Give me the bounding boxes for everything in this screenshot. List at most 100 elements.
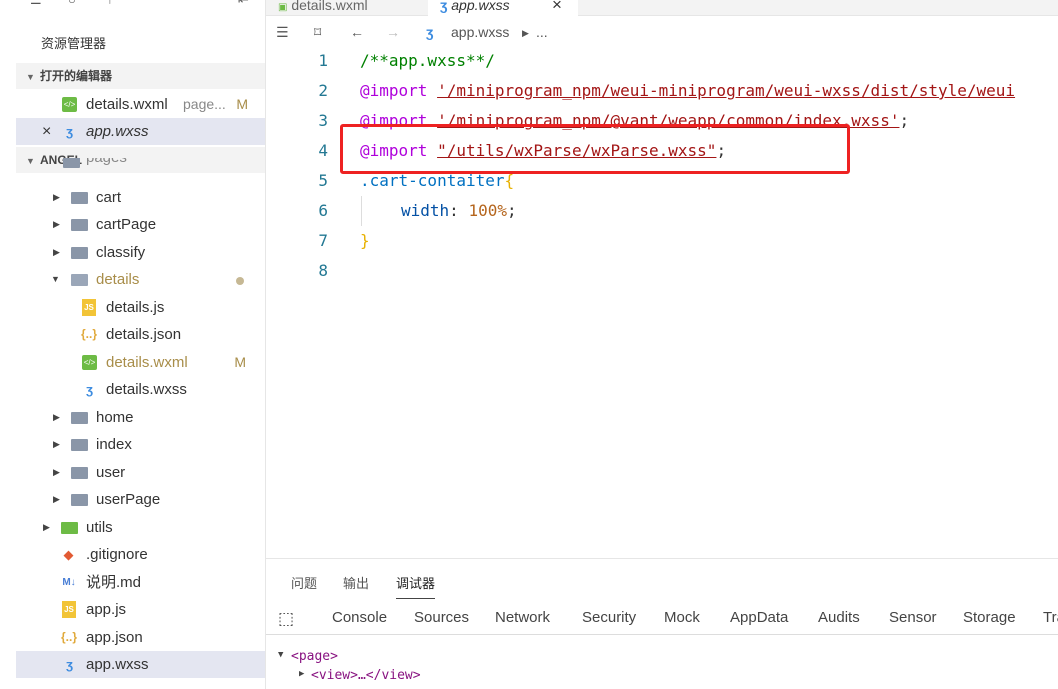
code-line-6: width: 100%; — [401, 201, 517, 220]
dom-node-page[interactable]: <page> — [291, 649, 338, 664]
code-line-1: /**app.wxss**/ — [360, 51, 495, 70]
close-icon[interactable]: × — [42, 118, 51, 145]
bottom-panel: 问题 输出 调试器 ⬚ Console Sources Network Secu… — [266, 558, 1058, 689]
wxml-file-icon: </> — [62, 97, 77, 112]
line-number: 3 — [318, 111, 328, 130]
close-icon[interactable]: × — [552, 0, 562, 13]
back-arrow-icon[interactable]: ← — [350, 24, 364, 40]
explorer-sidebar: ☰ ○ ⑂ ⇤ 资源管理器 ▼打开的编辑器 </> details.wxml p… — [16, 0, 266, 689]
tree-item-utils[interactable]: ▶ utils — [16, 514, 265, 541]
tree-item-details-wxss[interactable]: ʒ details.wxss — [16, 376, 265, 403]
tab-debugger[interactable]: 调试器 — [396, 573, 436, 599]
tree-item-details-js[interactable]: JS details.js — [16, 294, 265, 321]
breadcrumb-more[interactable]: ... — [536, 24, 548, 40]
json-file-icon: {..} — [80, 327, 97, 341]
chevron-right-icon[interactable]: ▶ — [299, 669, 304, 679]
tree-item-readme[interactable]: M↓ 说明.md — [16, 569, 265, 596]
js-file-icon: JS — [62, 601, 76, 618]
indent-guide — [361, 196, 362, 226]
chevron-right-icon: ▶ — [53, 467, 60, 477]
line-number: 7 — [318, 231, 328, 250]
devtools-tab-sources[interactable]: Sources — [414, 609, 469, 626]
line-number: 4 — [318, 141, 328, 160]
tree-item-pages-partial[interactable]: pages — [16, 158, 265, 176]
tree-item-app-wxss[interactable]: ʒ app.wxss — [16, 651, 265, 678]
tree-item-userpage[interactable]: ▶ userPage — [16, 486, 265, 513]
json-file-icon: {..} — [60, 630, 77, 644]
tree-item-app-json[interactable]: {..} app.json — [16, 624, 265, 651]
explorer-title: 资源管理器 — [41, 36, 107, 51]
tab-output[interactable]: 输出 — [343, 573, 369, 592]
code-line-7: } — [360, 231, 370, 250]
tree-item-details-wxml[interactable]: </> details.wxml M — [16, 349, 265, 376]
tree-item-classify[interactable]: ▶ classify — [16, 239, 265, 266]
js-file-icon: JS — [82, 299, 96, 316]
code-line-2: @import '/miniprogram_npm/weui-miniprogr… — [360, 81, 1016, 100]
wxss-file-icon: ʒ — [440, 0, 448, 13]
line-number: 5 — [318, 171, 328, 190]
folder-icon — [71, 192, 88, 204]
devtools-tab-sensor[interactable]: Sensor — [889, 609, 937, 626]
wxss-file-icon: ʒ — [66, 657, 73, 672]
open-editor-details-wxml[interactable]: </> details.wxml page... M — [16, 91, 265, 118]
activity-bar — [0, 0, 16, 689]
markdown-icon: M↓ — [62, 577, 76, 588]
chevron-right-icon: ▶ — [53, 494, 60, 504]
devtools-tab-mock[interactable]: Mock — [664, 609, 700, 626]
tree-item-home[interactable]: ▶ home — [16, 404, 265, 431]
bookmark-icon[interactable]: ⌑ — [314, 24, 321, 41]
chevron-right-icon: ▶ — [53, 192, 60, 202]
tab-details-wxml[interactable]: ▣ details.wxml — [266, 0, 428, 16]
tree-item-details-json[interactable]: {..} details.json — [16, 321, 265, 348]
search-icon[interactable]: ○ — [68, 0, 76, 7]
devtools-tab-console[interactable]: Console — [332, 609, 387, 626]
wxml-file-icon: ▣ — [278, 2, 288, 13]
tree-item-details[interactable]: ▼ details — [16, 266, 265, 293]
inspect-element-icon[interactable]: ⬚ — [278, 609, 294, 629]
chevron-right-icon: ▶ — [53, 439, 60, 449]
tree-item-gitignore[interactable]: ◆ .gitignore — [16, 541, 265, 568]
dom-node-view[interactable]: <view>…</view> — [311, 668, 421, 683]
open-editor-app-wxss[interactable]: × ʒ app.wxss — [16, 118, 265, 145]
wxss-file-icon: ʒ — [66, 124, 73, 139]
list-icon[interactable]: ☰ — [30, 0, 42, 8]
devtools-tab-audits[interactable]: Audits — [818, 609, 860, 626]
chevron-right-icon: ▶ — [53, 247, 60, 257]
line-number: 2 — [318, 81, 328, 100]
folder-icon — [71, 219, 88, 231]
folder-icon — [71, 467, 88, 479]
chevron-right-icon: ▶ — [522, 28, 529, 38]
tab-problems[interactable]: 问题 — [291, 573, 317, 592]
wxss-file-icon: ʒ — [86, 382, 93, 397]
source-control-icon[interactable]: ⑂ — [106, 0, 114, 7]
list-icon[interactable]: ☰ — [276, 24, 289, 41]
chevron-down-icon: ▼ — [26, 72, 35, 82]
tree-item-app-js[interactable]: JS app.js — [16, 596, 265, 623]
folder-icon — [71, 412, 88, 424]
devtools-tab-trace[interactable]: Tra — [1043, 609, 1058, 626]
folder-icon — [71, 439, 88, 451]
chevron-down-icon[interactable]: ▼ — [278, 650, 283, 660]
breadcrumb-file[interactable]: app.wxss — [451, 24, 509, 40]
sidebar-toolbar: ☰ ○ ⑂ ⇤ — [16, 0, 265, 12]
folder-icon — [71, 494, 88, 506]
editor-tab-bar: ▣ details.wxml ʒ app.wxss × — [266, 0, 1058, 16]
devtools-tab-network[interactable]: Network — [495, 609, 550, 626]
devtools-tab-security[interactable]: Security — [582, 609, 636, 626]
tab-app-wxss[interactable]: ʒ app.wxss × — [428, 0, 578, 16]
forward-arrow-icon[interactable]: → — [386, 24, 400, 40]
open-editors-section[interactable]: ▼ 打开的编辑器 — [16, 63, 265, 89]
git-icon: ◆ — [63, 547, 74, 562]
red-highlight-box — [340, 124, 850, 174]
devtools-tab-storage[interactable]: Storage — [963, 609, 1016, 626]
code-editor[interactable]: 1 2 3 4 5 6 7 8 /**app.wxss**/ @import '… — [266, 46, 1058, 558]
devtools-tab-appdata[interactable]: AppData — [730, 609, 788, 626]
collapse-icon[interactable]: ⇤ — [238, 0, 249, 8]
chevron-right-icon: ▶ — [43, 522, 50, 532]
line-number: 6 — [318, 201, 328, 220]
folder-open-icon — [71, 274, 88, 286]
tree-item-cart[interactable]: ▶ cart — [16, 184, 265, 211]
tree-item-index[interactable]: ▶ index — [16, 431, 265, 458]
tree-item-user[interactable]: ▶ user — [16, 459, 265, 486]
tree-item-cartpage[interactable]: ▶ cartPage — [16, 211, 265, 238]
